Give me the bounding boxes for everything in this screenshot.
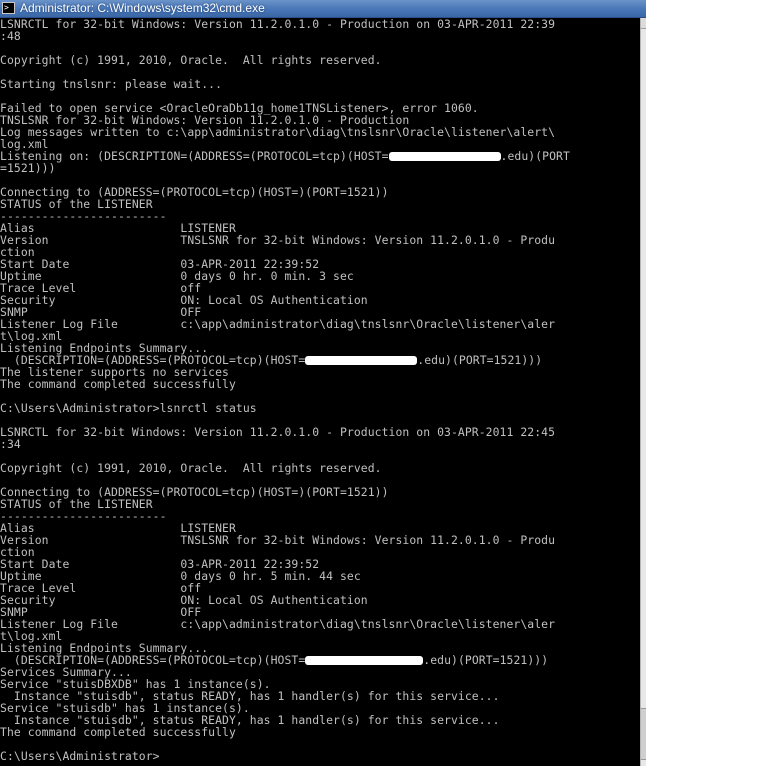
redacted-hostname bbox=[305, 356, 418, 365]
cmd-icon[interactable]: > bbox=[2, 2, 15, 14]
console-line-text: The command completed successfully bbox=[0, 725, 236, 739]
title-bar[interactable]: > Administrator: C:\Windows\system32\cmd… bbox=[0, 0, 646, 18]
window-title: Administrator: C:\Windows\system32\cmd.e… bbox=[20, 1, 265, 15]
console-line: The command completed successfully bbox=[0, 377, 236, 391]
console-line: :48 bbox=[0, 29, 21, 43]
console-output[interactable]: LSNRCTL for 32-bit Windows: Version 11.2… bbox=[0, 18, 640, 766]
console-line-text: Listener Log File c:\app\administrator\d… bbox=[0, 617, 556, 631]
console-line-text: .edu)(PORT=1521))) bbox=[417, 353, 543, 367]
console-line: =1521))) bbox=[0, 161, 56, 175]
console-line: Copyright (c) 1991, 2010, Oracle. All ri… bbox=[0, 461, 382, 475]
console-line-text: C:\Users\Administrator>lsnrctl status bbox=[0, 401, 257, 415]
console-line-text: The command completed successfully bbox=[0, 377, 236, 391]
console-line-text: =1521))) bbox=[0, 161, 56, 175]
console-line: C:\Users\Administrator> bbox=[0, 749, 160, 763]
console-line: LSNRCTL for 32-bit Windows: Version 11.2… bbox=[0, 425, 555, 439]
console-line-text: LSNRCTL for 32-bit Windows: Version 11.2… bbox=[0, 18, 556, 31]
scroll-thumb[interactable] bbox=[641, 708, 646, 760]
vertical-scrollbar[interactable] bbox=[640, 18, 646, 766]
console-line-text: Listening on: (DESCRIPTION=(ADDRESS=(PRO… bbox=[0, 149, 389, 163]
console-line: Version TNSLSNR for 32-bit Windows: Vers… bbox=[0, 233, 555, 247]
console-line-text: :48 bbox=[0, 29, 21, 43]
console-line: C:\Users\Administrator>lsnrctl status bbox=[0, 401, 257, 415]
console-line: Copyright (c) 1991, 2010, Oracle. All ri… bbox=[0, 53, 382, 67]
console-line: Starting tnslsnr: please wait... bbox=[0, 77, 222, 91]
console-line-text: Version TNSLSNR for 32-bit Windows: Vers… bbox=[0, 233, 556, 247]
cmd-window: > Administrator: C:\Windows\system32\cmd… bbox=[0, 0, 646, 766]
console-line-text: Log messages written to c:\app\administr… bbox=[0, 125, 556, 139]
console-line-text: .edu)(PORT bbox=[500, 149, 570, 163]
console-line: The command completed successfully bbox=[0, 725, 236, 739]
console-text: LSNRCTL for 32-bit Windows: Version 11.2… bbox=[0, 18, 640, 762]
console-line-text: :34 bbox=[0, 437, 21, 451]
console-line-text: Version TNSLSNR for 32-bit Windows: Vers… bbox=[0, 533, 556, 547]
console-line-text: LSNRCTL for 32-bit Windows: Version 11.2… bbox=[0, 425, 556, 439]
console-line-text: Copyright (c) 1991, 2010, Oracle. All ri… bbox=[0, 461, 382, 475]
redacted-hostname bbox=[388, 152, 501, 161]
console-line-text: Starting tnslsnr: please wait... bbox=[0, 77, 223, 91]
console-line: Listening on: (DESCRIPTION=(ADDRESS=(PRO… bbox=[0, 149, 570, 163]
console-line-text: .edu)(PORT=1521))) bbox=[423, 653, 549, 667]
console-line: Listener Log File c:\app\administrator\d… bbox=[0, 317, 555, 331]
console-line-text: Copyright (c) 1991, 2010, Oracle. All ri… bbox=[0, 53, 382, 67]
console-line: :34 bbox=[0, 437, 21, 451]
console-line: Log messages written to c:\app\administr… bbox=[0, 125, 555, 139]
redacted-hostname bbox=[305, 656, 424, 665]
console-line-text: C:\Users\Administrator> bbox=[0, 749, 160, 763]
console-line: LSNRCTL for 32-bit Windows: Version 11.2… bbox=[0, 18, 555, 31]
scroll-up-arrow[interactable] bbox=[641, 18, 646, 29]
console-line: Version TNSLSNR for 32-bit Windows: Vers… bbox=[0, 533, 555, 547]
console-line: Listener Log File c:\app\administrator\d… bbox=[0, 617, 555, 631]
console-line-text: Listener Log File c:\app\administrator\d… bbox=[0, 317, 556, 331]
